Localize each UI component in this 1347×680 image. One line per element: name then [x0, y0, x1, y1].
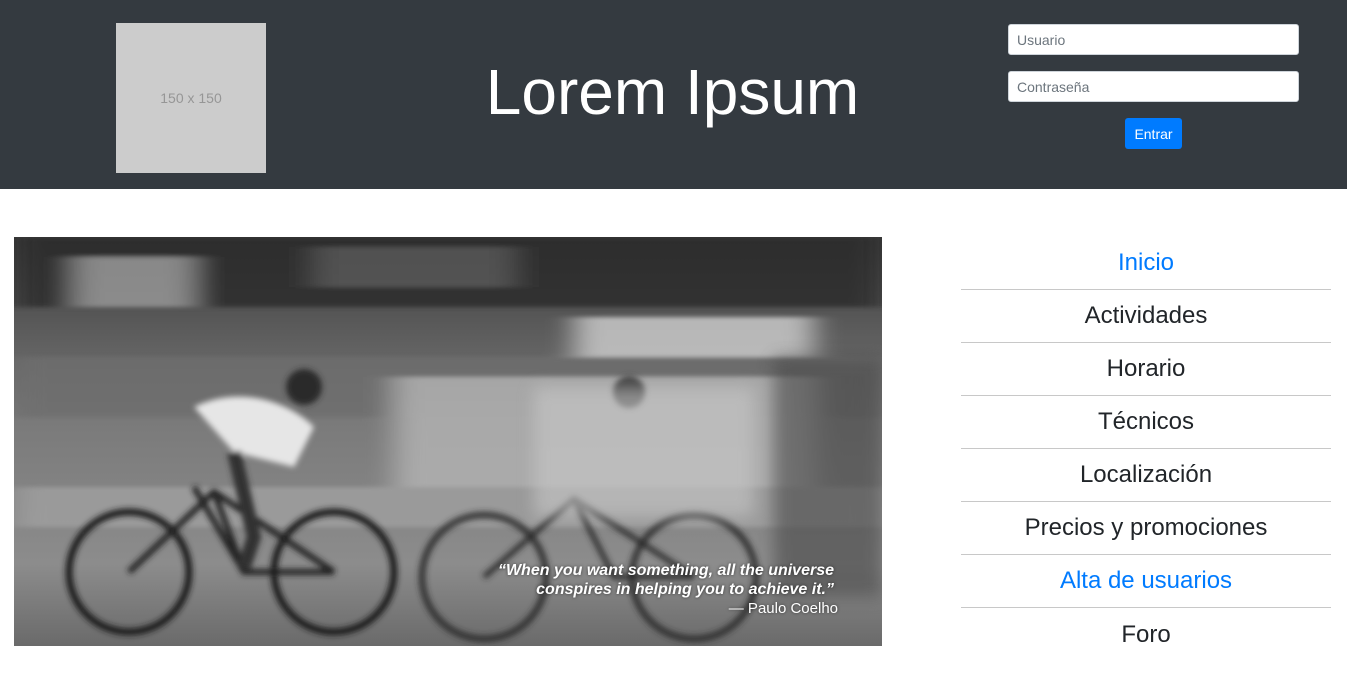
login-button[interactable]: Entrar [1125, 118, 1182, 149]
nav-item-horario[interactable]: Horario [961, 343, 1331, 396]
nav-item-label: Foro [1121, 620, 1171, 648]
hero-image: “When you want something, all the univer… [14, 237, 882, 646]
password-input[interactable] [1008, 71, 1299, 102]
logo-placeholder: 150 x 150 [116, 23, 266, 173]
quote-text: “When you want something, all the univer… [497, 562, 834, 598]
site-title: Lorem Ipsum [485, 56, 860, 128]
quote-author: — Paulo Coelho [728, 600, 838, 617]
nav-item-tecnicos[interactable]: Técnicos [961, 396, 1331, 449]
nav-item-label: Localización [1079, 461, 1213, 488]
nav-item-precios[interactable]: Precios y promociones [961, 502, 1331, 555]
nav-item-foro[interactable]: Foro [961, 608, 1331, 661]
main-navigation: Inicio Actividades Horario Técnicos Loca… [961, 237, 1331, 661]
nav-item-label: Alta de usuarios [1059, 567, 1233, 594]
nav-item-label: Horario [1106, 355, 1186, 382]
nav-item-label: Inicio [1117, 249, 1175, 276]
logo-placeholder-text: 150 x 150 [160, 90, 222, 106]
nav-item-label: Técnicos [1097, 408, 1195, 435]
site-header: 150 x 150 Lorem Ipsum Entrar [0, 0, 1347, 189]
nav-item-label: Actividades [1084, 302, 1208, 329]
username-input[interactable] [1008, 24, 1299, 55]
nav-item-alta-usuarios[interactable]: Alta de usuarios [961, 555, 1331, 608]
hero-quote: “When you want something, all the univer… [478, 561, 838, 618]
nav-item-label: Precios y promociones [1024, 514, 1268, 541]
nav-item-localizacion[interactable]: Localización [961, 449, 1331, 502]
nav-item-actividades[interactable]: Actividades [961, 290, 1331, 343]
nav-item-inicio[interactable]: Inicio [961, 237, 1331, 290]
